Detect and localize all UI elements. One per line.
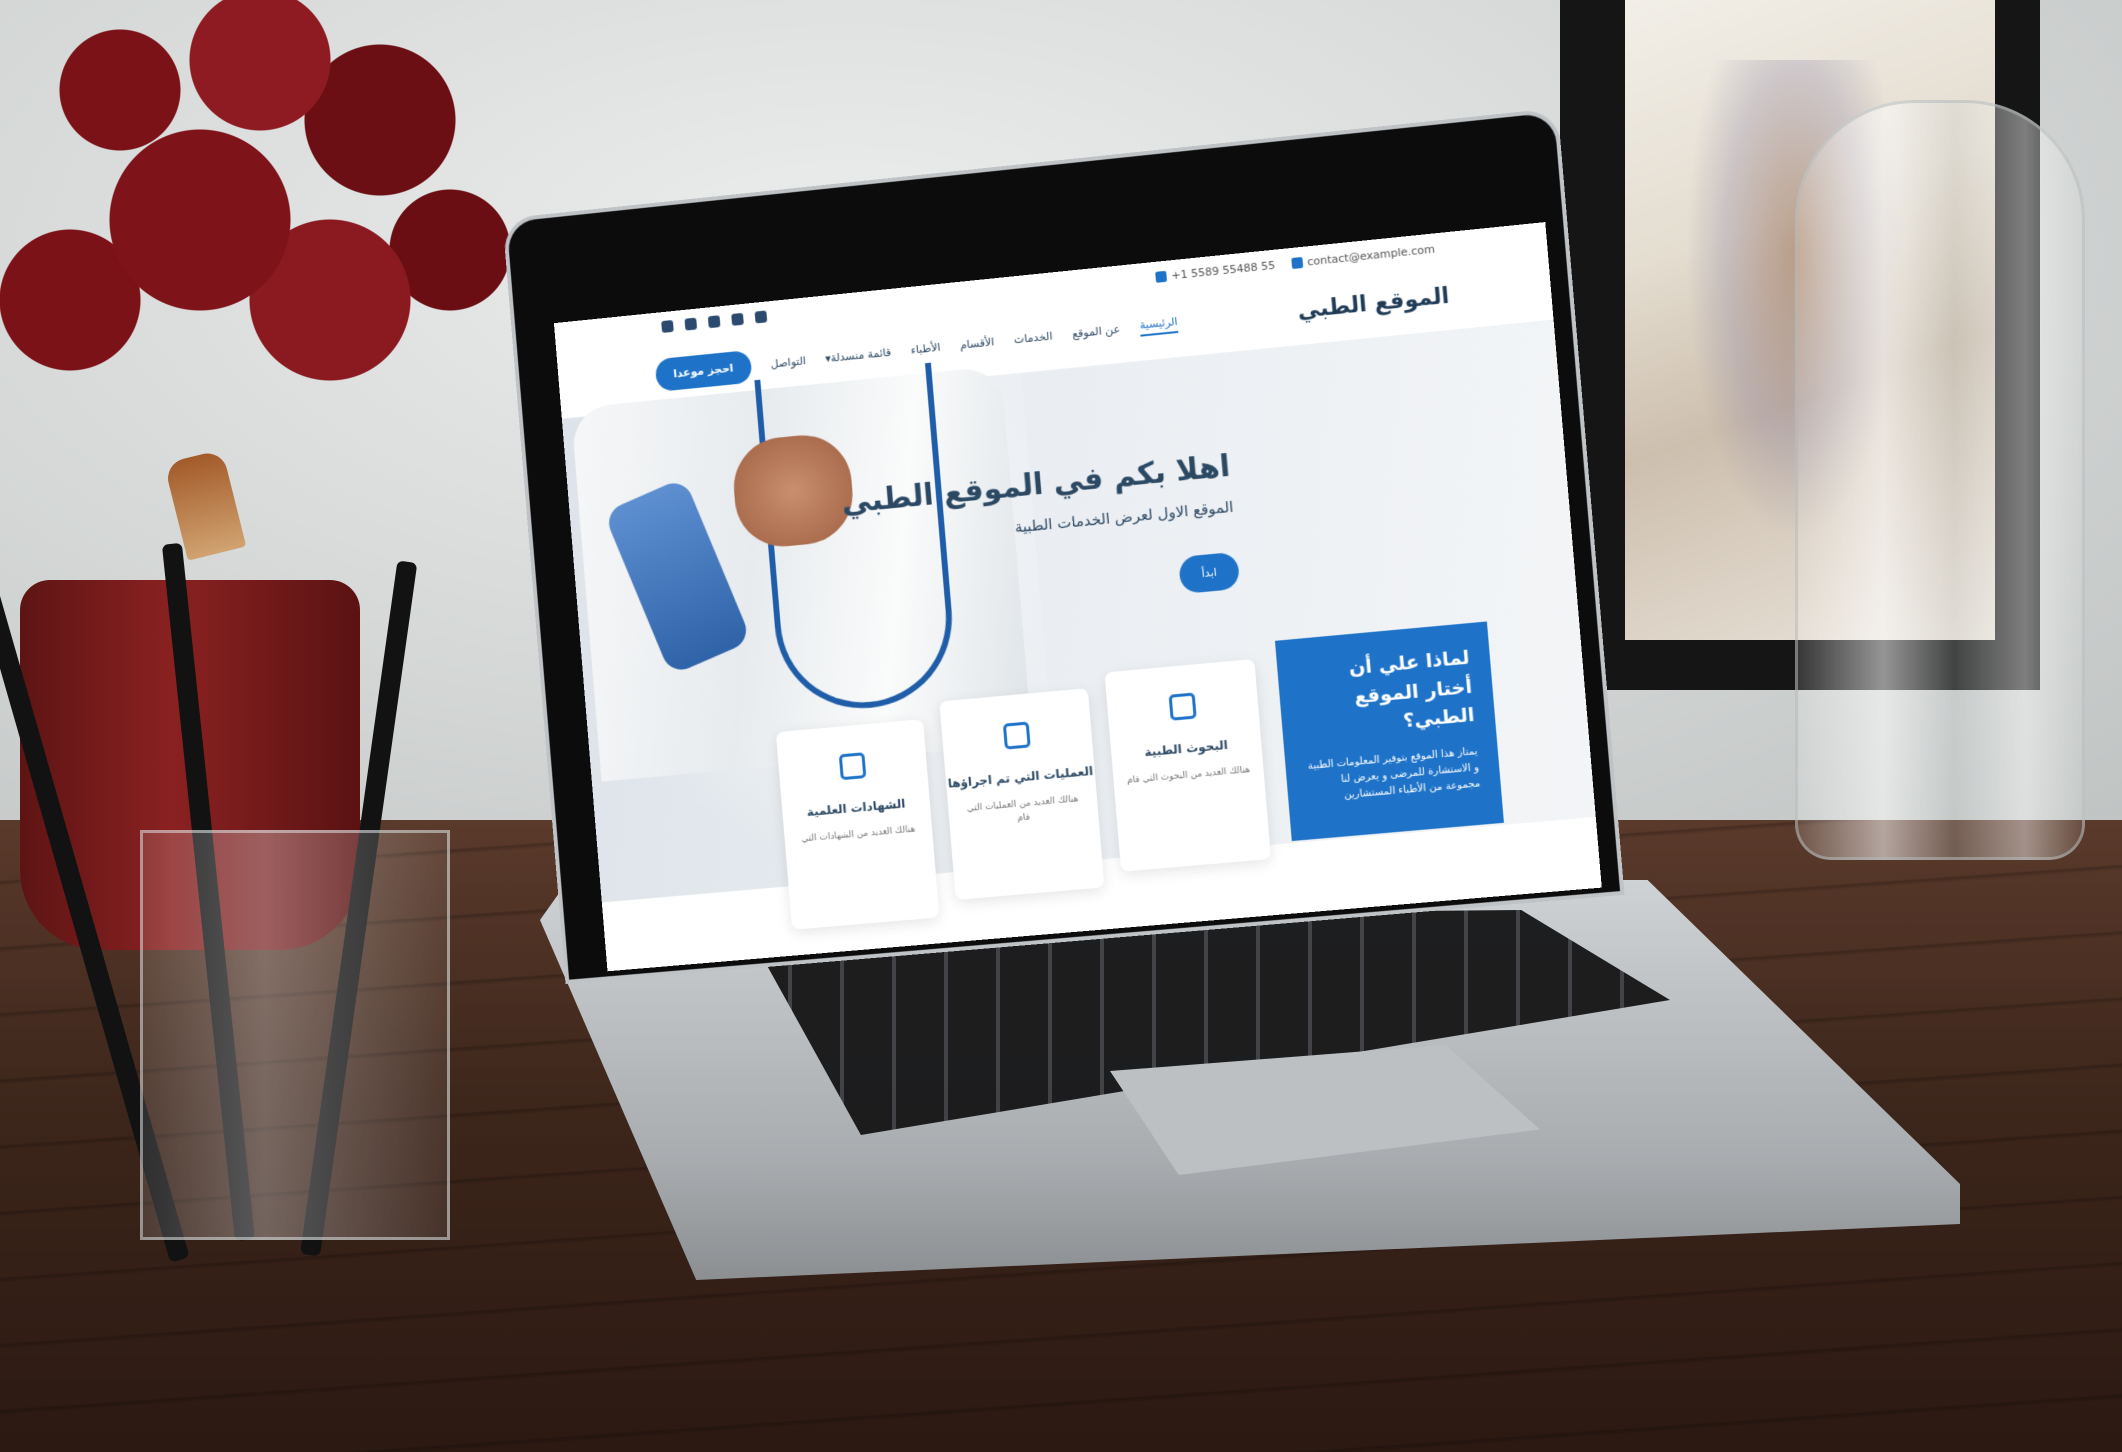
feature-card[interactable]: العمليات التي تم اجراؤها هنالك العديد من…: [939, 688, 1105, 900]
nav-services[interactable]: الخدمات: [1013, 330, 1053, 347]
feature-card[interactable]: الشهادات العلمية هنالك العديد من الشهادا…: [775, 719, 940, 930]
card-text: هنالك العديد من البحوث التي قام: [1126, 765, 1251, 786]
linkedin-icon[interactable]: [661, 319, 674, 333]
nav-doctors[interactable]: الأطباء: [910, 341, 941, 357]
why-text: يمتاز هذا الموقع بتوفير المعلومات الطبية…: [1307, 745, 1481, 801]
book-appointment-button[interactable]: احجز موعدا: [654, 349, 753, 392]
nav-dropdown-label: قائمة منسدلة: [830, 345, 892, 365]
site-logo[interactable]: الموقع الطبي: [1297, 284, 1450, 324]
feature-cards: البحوث الطبية هنالك العديد من البحوث الت…: [774, 658, 1273, 930]
facebook-icon[interactable]: [731, 312, 744, 326]
red-plant: [0, 0, 560, 620]
hero-section: اهلا بكم في الموقع الطبي الموقع الاول لع…: [561, 320, 1602, 972]
email-text[interactable]: contact@example.com: [1307, 242, 1436, 268]
twitter-icon[interactable]: [754, 310, 768, 324]
feature-card[interactable]: البحوث الطبية هنالك العديد من البحوث الت…: [1104, 658, 1272, 872]
nav-about[interactable]: عن الموقع: [1072, 323, 1121, 341]
nav-departments[interactable]: الأقسام: [959, 335, 994, 351]
instagram-icon[interactable]: [707, 315, 721, 329]
card-title: الشهادات العلمية: [806, 796, 906, 820]
image-icon: [838, 752, 867, 781]
glass-pencil-cup: [140, 830, 450, 1240]
phone-text: +1 5589 55488 55: [1170, 258, 1276, 282]
phone-icon: [1154, 270, 1167, 283]
card-title: البحوث الطبية: [1144, 737, 1229, 760]
laptop-screen: +1 5589 55488 55 contact@example.com الم…: [553, 222, 1602, 972]
envelope-icon: [1290, 256, 1303, 269]
document-icon: [1168, 692, 1197, 721]
phone-info: +1 5589 55488 55: [1154, 258, 1276, 283]
why-title: لماذا علي أن أختار الموقع الطبي؟: [1348, 646, 1476, 733]
start-button[interactable]: ابدأ: [1178, 551, 1241, 595]
social-links: [661, 310, 768, 333]
skype-icon[interactable]: [684, 317, 698, 331]
cube-icon: [1002, 721, 1031, 750]
card-text: هنالك العديد من العمليات التي قام: [966, 794, 1079, 824]
nav-contact[interactable]: التواصل: [770, 354, 806, 370]
nav-dropdown[interactable]: قائمة منسدلة▾: [825, 346, 892, 365]
card-title: العمليات التي تم اجراؤها: [947, 763, 1094, 791]
why-choose-box: لماذا علي أن أختار الموقع الطبي؟ يمتاز ه…: [1274, 621, 1504, 842]
nav-home[interactable]: الرئيسية: [1139, 314, 1179, 337]
glass-vase: [1795, 100, 2085, 860]
card-text: هنالك العديد من الشهادات التي: [801, 824, 916, 845]
